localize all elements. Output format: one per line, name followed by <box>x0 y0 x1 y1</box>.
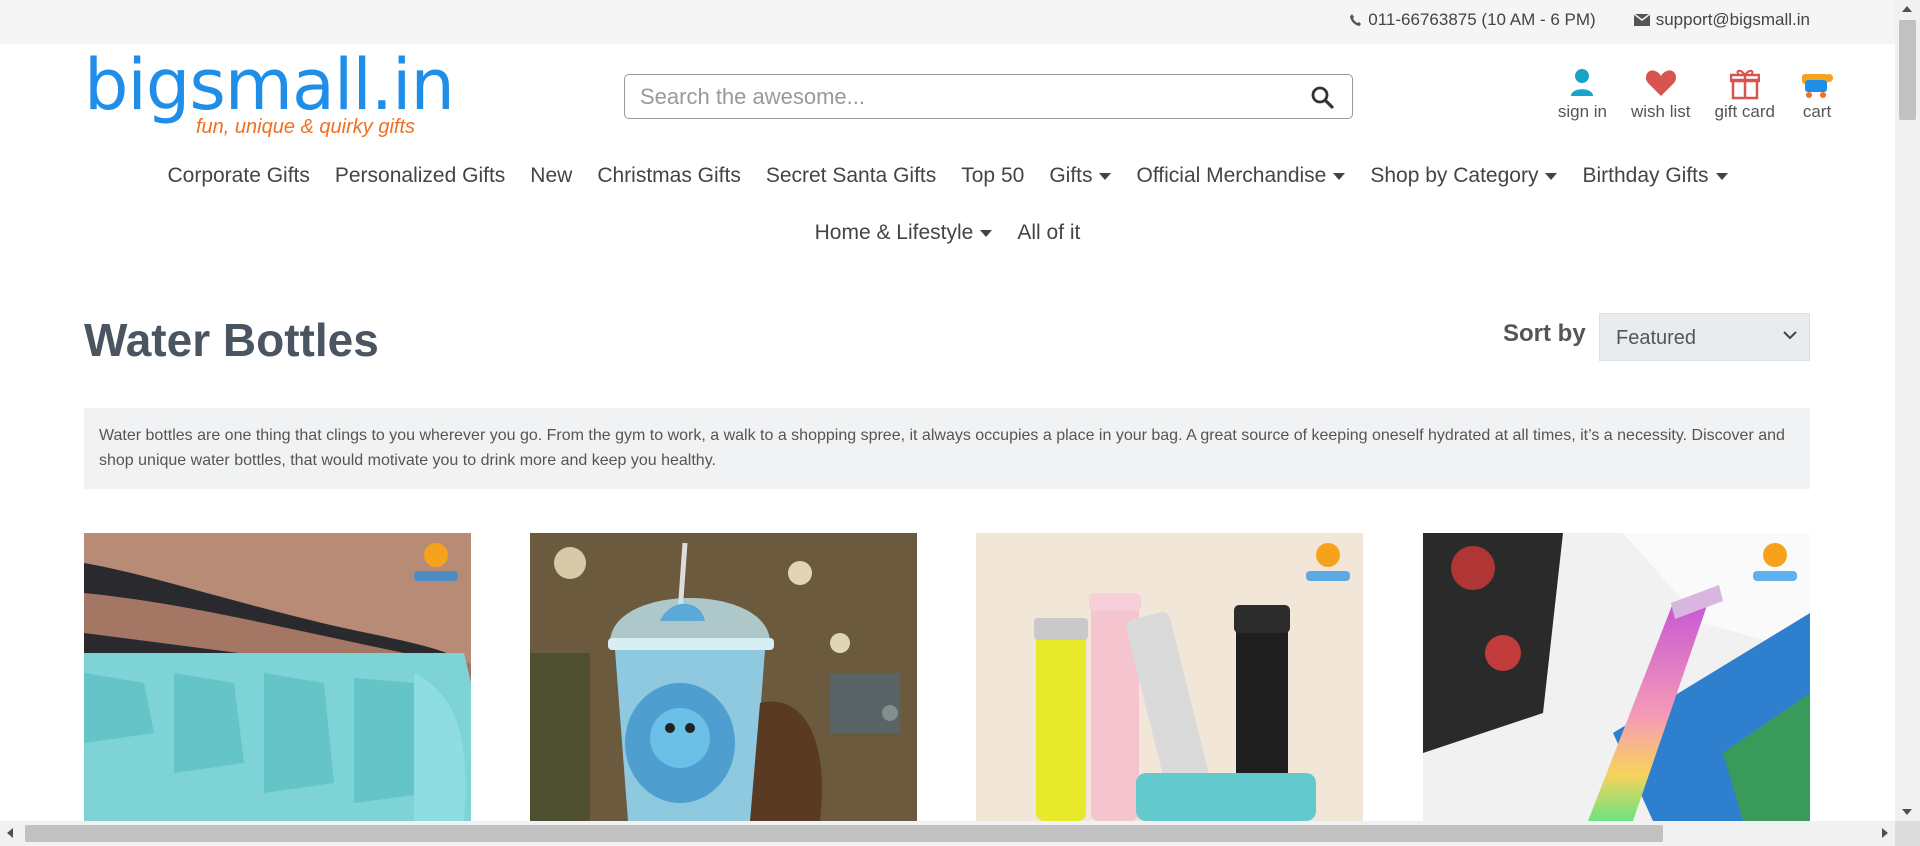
scrollbar-corner <box>1895 821 1920 846</box>
nav-birthday-gifts-dropdown[interactable]: Birthday Gifts <box>1582 164 1728 188</box>
product-image <box>1423 533 1810 821</box>
nav-home-lifestyle-dropdown[interactable]: Home & Lifestyle <box>815 221 993 245</box>
caret-down-icon <box>1545 172 1558 180</box>
cart-label: cart <box>1802 102 1832 121</box>
chevron-down-icon <box>1783 331 1797 340</box>
contact-info: 011-66763875 (10 AM - 6 PM) support@bigs… <box>1349 10 1810 30</box>
gift-card-label: gift card <box>1714 102 1775 121</box>
horizontal-scrollbar[interactable] <box>0 821 1895 846</box>
product-card[interactable] <box>976 533 1363 821</box>
sign-in-label: sign in <box>1557 102 1607 121</box>
nav-personalized-gifts[interactable]: Personalized Gifts <box>335 164 505 188</box>
product-card[interactable] <box>84 533 471 821</box>
sort-select[interactable]: Featured <box>1599 313 1810 361</box>
user-icon <box>1571 69 1594 96</box>
product-grid <box>84 533 1810 821</box>
gift-icon <box>1729 69 1760 100</box>
gift-card-link[interactable]: gift card <box>1715 66 1775 122</box>
vertical-scroll-thumb[interactable] <box>1899 20 1916 120</box>
caret-down-icon <box>980 229 993 237</box>
envelope-icon <box>1633 14 1650 26</box>
search-icon[interactable] <box>1310 85 1334 114</box>
search-input[interactable] <box>625 75 1285 118</box>
phone-number: 011-66763875 (10 AM - 6 PM) <box>1368 10 1596 29</box>
product-card[interactable] <box>530 533 917 821</box>
nav-new[interactable]: New <box>530 164 572 188</box>
main-nav: Corporate Gifts Personalized Gifts New C… <box>0 164 1895 188</box>
nav-label: Top 50 <box>961 164 1025 187</box>
vertical-scrollbar[interactable] <box>1895 0 1920 821</box>
header-account-links: sign in wish list gift card cart <box>1558 66 1835 122</box>
nav-label: Christmas Gifts <box>597 164 741 187</box>
product-image <box>84 533 471 821</box>
phone-icon <box>1350 14 1362 26</box>
nav-label: Official Merchandise <box>1136 164 1327 187</box>
nav-label: New <box>530 164 573 187</box>
heart-icon <box>1645 70 1676 96</box>
logo-brand-text: bigsmall.in <box>84 44 455 126</box>
phone-contact[interactable]: 011-66763875 (10 AM - 6 PM) <box>1349 10 1596 30</box>
nav-label: Shop by Category <box>1370 164 1539 187</box>
nav-corporate-gifts[interactable]: Corporate Gifts <box>167 164 309 188</box>
nav-label: Home & Lifestyle <box>814 221 974 244</box>
site-logo[interactable]: bigsmall.in fun, unique & quirky gifts <box>84 44 455 142</box>
product-card[interactable] <box>1423 533 1810 821</box>
scroll-up-icon[interactable] <box>1902 6 1912 12</box>
scroll-right-icon[interactable] <box>1882 828 1888 838</box>
horizontal-scroll-thumb[interactable] <box>25 825 1663 842</box>
support-email: support@bigsmall.in <box>1655 10 1810 29</box>
sign-in-link[interactable]: sign in <box>1558 66 1607 122</box>
top-contact-bar: 011-66763875 (10 AM - 6 PM) support@bigs… <box>0 0 1895 44</box>
logo-tagline: fun, unique & quirky gifts <box>196 116 416 138</box>
nav-label: All of it <box>1017 221 1081 244</box>
caret-down-icon <box>1715 172 1728 180</box>
wish-list-label: wish list <box>1631 102 1691 121</box>
product-image <box>976 533 1363 821</box>
caret-down-icon <box>1099 172 1112 180</box>
cart-icon <box>1802 74 1833 98</box>
nav-label: Secret Santa Gifts <box>765 164 937 187</box>
nav-label: Personalized Gifts <box>334 164 506 187</box>
sort-selected-value: Featured <box>1616 327 1697 349</box>
sort-label: Sort by <box>1503 320 1586 347</box>
cart-link[interactable]: cart <box>1799 66 1835 122</box>
nav-christmas-gifts[interactable]: Christmas Gifts <box>597 164 741 188</box>
caret-down-icon <box>1333 172 1346 180</box>
nav-shop-by-category-dropdown[interactable]: Shop by Category <box>1370 164 1558 188</box>
email-contact[interactable]: support@bigsmall.in <box>1633 10 1810 30</box>
main-nav-row-2: Home & Lifestyle All of it <box>0 221 1895 245</box>
scroll-left-icon[interactable] <box>7 828 13 838</box>
scroll-down-icon[interactable] <box>1902 809 1912 815</box>
nav-label: Birthday Gifts <box>1582 164 1709 187</box>
product-image <box>530 533 917 821</box>
nav-gifts-dropdown[interactable]: Gifts <box>1049 164 1112 188</box>
category-description: Water bottles are one thing that clings … <box>84 408 1810 489</box>
wish-list-link[interactable]: wish list <box>1631 66 1691 122</box>
nav-all-of-it[interactable]: All of it <box>1017 221 1080 245</box>
nav-label: Corporate Gifts <box>167 164 310 187</box>
nav-label: Gifts <box>1049 164 1093 187</box>
nav-secret-santa-gifts[interactable]: Secret Santa Gifts <box>766 164 936 188</box>
page-title: Water Bottles <box>84 314 379 366</box>
search-bar <box>624 74 1353 119</box>
nav-official-merchandise-dropdown[interactable]: Official Merchandise <box>1136 164 1346 188</box>
nav-top-50[interactable]: Top 50 <box>961 164 1024 188</box>
